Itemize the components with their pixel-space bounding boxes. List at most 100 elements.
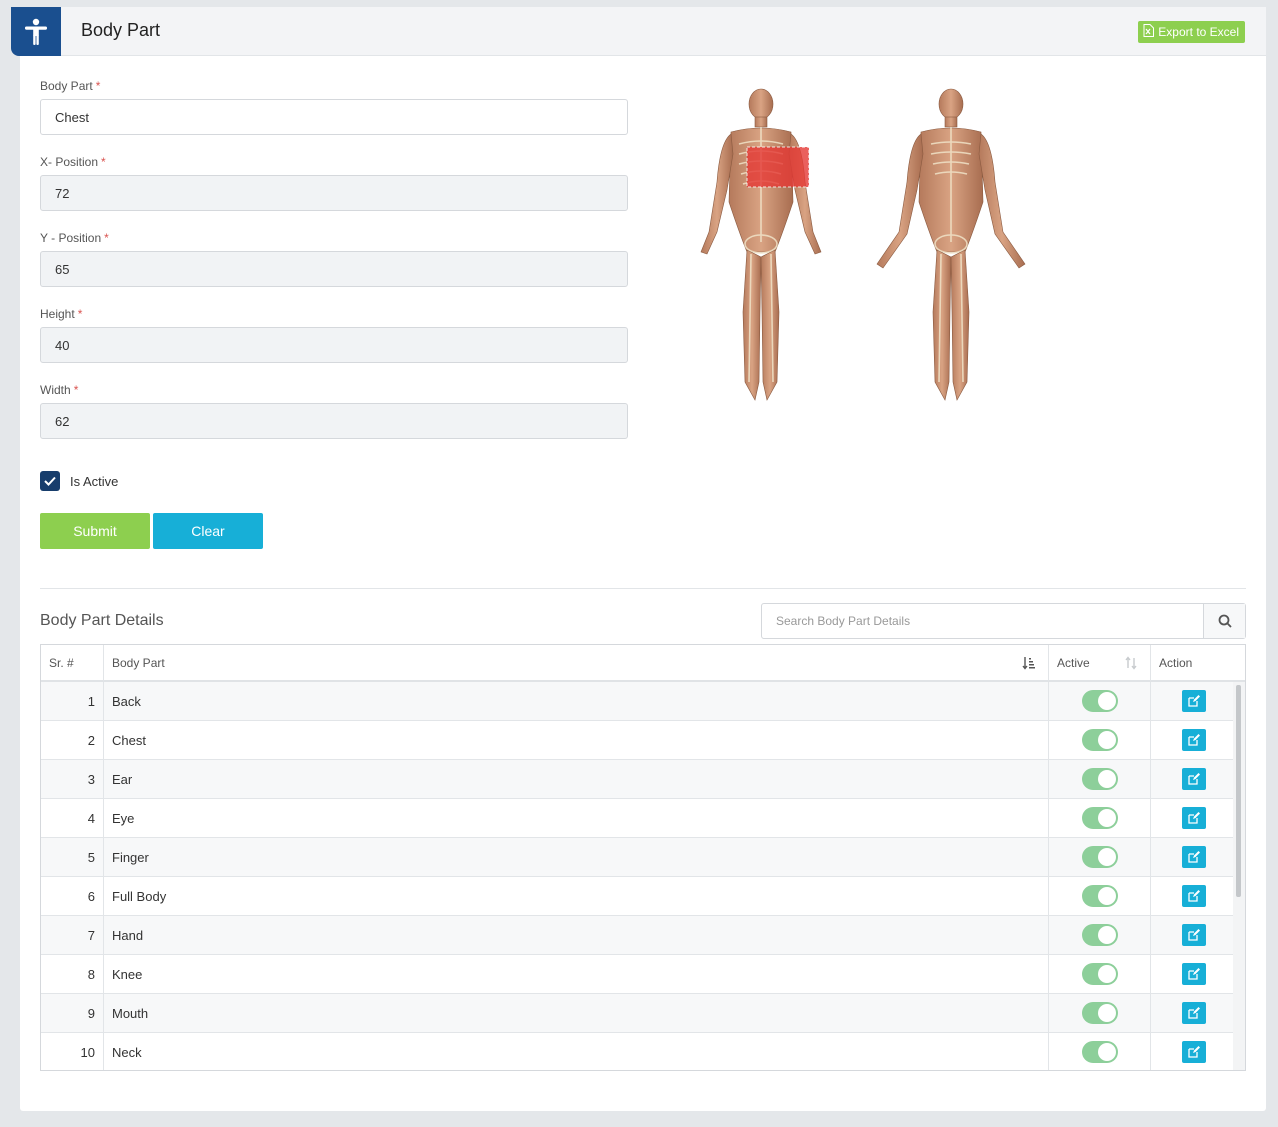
action-cell — [1151, 994, 1237, 1032]
sr-cell: 2 — [41, 721, 104, 759]
x-position-label-text: X- Position — [40, 155, 99, 169]
table-row: 6 Full Body — [41, 877, 1245, 916]
body-part-cell: Back — [104, 682, 1049, 720]
edit-icon — [1188, 929, 1200, 941]
export-to-excel-button[interactable]: Export to Excel — [1138, 21, 1245, 43]
edit-button[interactable] — [1182, 885, 1206, 907]
action-cell — [1151, 955, 1237, 993]
edit-icon — [1188, 695, 1200, 707]
active-toggle[interactable] — [1081, 690, 1118, 712]
action-cell — [1151, 799, 1237, 837]
active-toggle[interactable] — [1081, 729, 1118, 751]
required-marker: * — [95, 79, 101, 93]
export-label: Export to Excel — [1158, 25, 1239, 39]
edit-button[interactable] — [1182, 690, 1206, 712]
sr-cell: 7 — [41, 916, 104, 954]
active-cell — [1049, 838, 1151, 876]
active-cell — [1049, 799, 1151, 837]
body-part-card: Body Part Export to Excel Body Part * Che… — [11, 7, 1266, 1111]
table-scrollbar[interactable] — [1236, 685, 1241, 897]
active-toggle[interactable] — [1081, 963, 1118, 985]
required-marker: * — [77, 307, 83, 321]
col-active-label: Active — [1057, 656, 1090, 670]
active-cell — [1049, 994, 1151, 1032]
body-part-input[interactable]: Chest — [40, 99, 628, 135]
x-position-input[interactable]: 72 — [40, 175, 628, 211]
x-position-field-group: X- Position * 72 — [40, 155, 628, 211]
active-toggle[interactable] — [1081, 768, 1118, 790]
edit-button[interactable] — [1182, 963, 1206, 985]
body-part-label: Body Part * — [40, 79, 628, 95]
col-active[interactable]: Active — [1049, 645, 1151, 681]
y-position-label-text: Y - Position — [40, 231, 102, 245]
active-cell — [1049, 955, 1151, 993]
body-part-cell: Full Body — [104, 877, 1049, 915]
edit-icon — [1188, 968, 1200, 980]
clear-button[interactable]: Clear — [153, 513, 263, 549]
active-toggle[interactable] — [1081, 807, 1118, 829]
col-body-part-label: Body Part — [112, 656, 165, 670]
active-toggle[interactable] — [1081, 1041, 1118, 1063]
edit-button[interactable] — [1182, 1041, 1206, 1063]
search-input[interactable]: Search Body Part Details — [762, 604, 1203, 638]
search-button[interactable] — [1203, 604, 1245, 638]
action-cell — [1151, 682, 1237, 720]
excel-file-icon — [1143, 24, 1155, 40]
active-toggle[interactable] — [1081, 885, 1118, 907]
body-part-cell: Hand — [104, 916, 1049, 954]
page-title: Body Part — [81, 20, 161, 40]
active-toggle[interactable] — [1081, 924, 1118, 946]
edit-button[interactable] — [1182, 768, 1206, 790]
height-label-text: Height — [40, 307, 75, 321]
sr-cell: 10 — [41, 1033, 104, 1070]
active-cell — [1049, 682, 1151, 720]
search-box: Search Body Part Details — [761, 603, 1246, 639]
table-body: 1 Back 2 Chest 3 Ear 4 Eye 5 Finger 6 Full Body 7 Han… — [41, 682, 1245, 1070]
edit-icon — [1188, 1046, 1200, 1058]
sr-cell: 8 — [41, 955, 104, 993]
action-cell — [1151, 838, 1237, 876]
sr-cell: 3 — [41, 760, 104, 798]
col-body-part[interactable]: Body Part — [104, 645, 1049, 681]
edit-icon — [1188, 773, 1200, 785]
search-icon — [1218, 614, 1232, 628]
edit-button[interactable] — [1182, 1002, 1206, 1024]
table-row: 2 Chest — [41, 721, 1245, 760]
width-label: Width * — [40, 383, 628, 399]
sort-asc-icon[interactable] — [1022, 656, 1036, 670]
sr-cell: 5 — [41, 838, 104, 876]
active-toggle[interactable] — [1081, 846, 1118, 868]
width-field-group: Width * 62 — [40, 383, 628, 439]
y-position-input[interactable]: 65 — [40, 251, 628, 287]
height-input[interactable]: 40 — [40, 327, 628, 363]
table-header: Sr. # Body Part Active Action — [41, 645, 1245, 682]
table-scroll-track[interactable] — [1233, 682, 1245, 1070]
height-field-group: Height * 40 — [40, 307, 628, 363]
y-position-label: Y - Position * — [40, 231, 628, 247]
action-cell — [1151, 760, 1237, 798]
body-part-cell: Knee — [104, 955, 1049, 993]
card-header: Body Part Export to Excel — [11, 7, 1266, 56]
submit-button[interactable]: Submit — [40, 513, 150, 549]
edit-button[interactable] — [1182, 846, 1206, 868]
is-active-checkbox[interactable] — [40, 471, 60, 491]
sr-cell: 6 — [41, 877, 104, 915]
active-toggle[interactable] — [1081, 1002, 1118, 1024]
edit-button[interactable] — [1182, 924, 1206, 946]
body-part-cell: Finger — [104, 838, 1049, 876]
chest-highlight — [746, 146, 810, 188]
table-row: 1 Back — [41, 682, 1245, 721]
active-cell — [1049, 877, 1151, 915]
width-input[interactable]: 62 — [40, 403, 628, 439]
body-part-cell: Mouth — [104, 994, 1049, 1032]
edit-icon — [1188, 734, 1200, 746]
required-marker: * — [104, 231, 109, 245]
details-title: Body Part Details — [40, 612, 164, 629]
active-cell — [1049, 721, 1151, 759]
edit-button[interactable] — [1182, 729, 1206, 751]
anatomy-body-image[interactable] — [665, 82, 1045, 417]
sort-icon[interactable] — [1124, 656, 1138, 670]
body-part-label-text: Body Part — [40, 79, 93, 93]
action-cell — [1151, 721, 1237, 759]
edit-button[interactable] — [1182, 807, 1206, 829]
